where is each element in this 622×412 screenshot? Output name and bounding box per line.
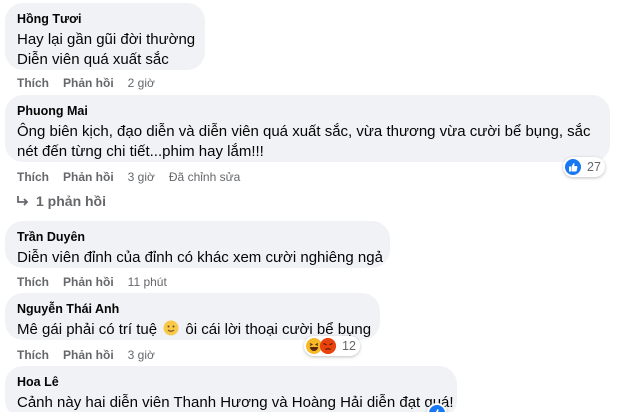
like-reaction-icon [429, 405, 445, 412]
reaction-count: 27 [587, 160, 601, 174]
comment-author[interactable]: Hoa Lê [17, 374, 445, 390]
comment-text-line: Ông biên kịch, đạo diễn và diễn viên quá… [17, 123, 591, 140]
comment-actions: Thích Phản hồi 3 giờ [17, 348, 155, 362]
comment-text-line: Cảnh này hai diễn viên Thanh Hương và Ho… [17, 394, 454, 411]
comment-time[interactable]: 11 phút [128, 275, 167, 289]
reaction-summary[interactable]: 27 [563, 157, 605, 177]
comment-bubble: Trần Duyên Diễn viên đỉnh của đỉnh có kh… [5, 221, 390, 268]
comment-actions: Thích Phản hồi 11 phút [17, 275, 167, 289]
comment-1: Hồng Tươi Hay lại gần gũi đời thường Diễ… [5, 3, 205, 70]
reaction-count: 12 [342, 339, 356, 353]
reply-button[interactable]: Phản hồi [63, 348, 114, 362]
comment-bubble: Hoa Lê Cảnh này hai diễn viên Thanh Hươn… [5, 366, 457, 412]
reaction-summary[interactable]: 12 [304, 336, 360, 356]
comment-text-line: Hay lại gần gũi đời thường [17, 31, 196, 48]
like-reaction-icon [565, 159, 581, 175]
comment-3: Trần Duyên Diễn viên đỉnh của đỉnh có kh… [5, 221, 390, 268]
slight-smile-emoji-icon [163, 320, 179, 336]
comment-bubble: Hồng Tươi Hay lại gần gũi đời thường Diễ… [5, 3, 205, 70]
comment-2: Phuong Mai Ông biên kịch, đạo diễn và di… [5, 95, 610, 162]
comment-author[interactable]: Nguyễn Thái Anh [17, 301, 368, 317]
comment-bubble: Phuong Mai Ông biên kịch, đạo diễn và di… [5, 95, 610, 162]
like-button[interactable]: Thích [17, 275, 49, 289]
comment-text-line: Diễn viên quá xuất sắc [17, 51, 169, 68]
comment-5: Hoa Lê Cảnh này hai diễn viên Thanh Hươn… [5, 366, 457, 412]
like-button[interactable]: Thích [17, 348, 49, 362]
comment-actions: Thích Phản hồi 3 giờ Đã chỉnh sửa [17, 170, 240, 184]
comment-author[interactable]: Trần Duyên [17, 229, 378, 245]
comment-author[interactable]: Phuong Mai [17, 103, 598, 119]
comment-actions: Thích Phản hồi 2 giờ [17, 76, 155, 90]
comment-time[interactable]: 2 giờ [128, 76, 155, 90]
edited-label: Đã chỉnh sửa [168, 170, 241, 184]
angry-reaction-icon [320, 338, 336, 354]
comment-text-line: nét đến từng chi tiết...phim hay lắm!!! [17, 143, 264, 160]
comment-text: Mê gái phải có trí tuệ [17, 321, 158, 338]
comment-text-line: Diễn viên đỉnh của đỉnh có khác xem cười… [17, 249, 383, 266]
like-button[interactable]: Thích [17, 170, 49, 184]
comment-time[interactable]: 3 giờ [128, 170, 155, 184]
reply-button[interactable]: Phản hồi [63, 170, 114, 184]
like-button[interactable]: Thích [17, 76, 49, 90]
comment-time[interactable]: 3 giờ [128, 348, 155, 362]
comment-author[interactable]: Hồng Tươi [17, 11, 193, 27]
reply-button[interactable]: Phản hồi [63, 275, 114, 289]
comment-bubble: Nguyễn Thái Anh Mê gái phải có trí tuệ ô… [5, 293, 380, 340]
view-replies-label: 1 phản hồi [36, 193, 106, 209]
comment-4: Nguyễn Thái Anh Mê gái phải có trí tuệ ô… [5, 293, 380, 340]
view-replies-link[interactable]: 1 phản hồi [16, 193, 106, 209]
reply-arrow-icon [16, 195, 30, 207]
reply-button[interactable]: Phản hồi [63, 76, 114, 90]
